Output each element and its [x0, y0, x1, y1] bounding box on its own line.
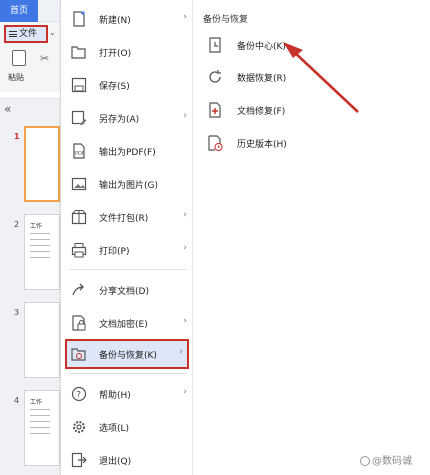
watermark-logo-icon	[360, 456, 370, 466]
watermark-text: @数码诚	[372, 456, 412, 467]
arrow-shaft	[291, 49, 359, 113]
arrow-head	[283, 42, 303, 58]
watermark: @数码诚	[360, 452, 412, 467]
annotation-arrow	[283, 42, 359, 113]
